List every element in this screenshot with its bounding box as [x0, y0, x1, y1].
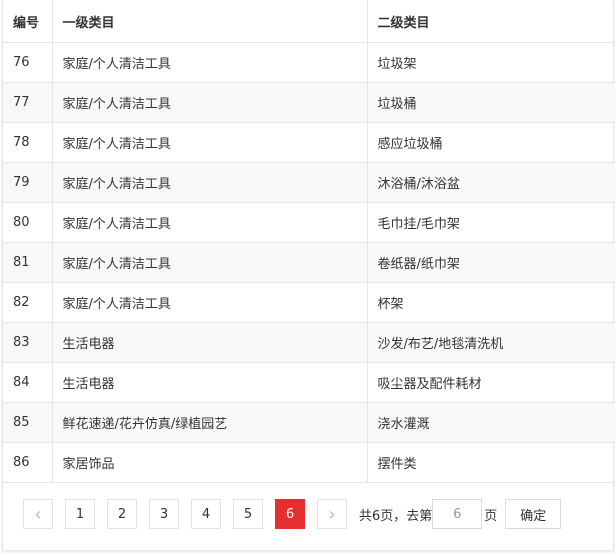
chevron-right-icon: ›	[328, 503, 336, 525]
cell-level2-category: 杯架	[366, 282, 615, 323]
cell-level2-category: 沙发/布艺/地毯清洗机	[366, 322, 615, 363]
cell-id: 80	[3, 202, 52, 243]
cell-level2-category: 卷纸器/纸巾架	[366, 242, 615, 283]
cell-level2-category: 感应垃圾桶	[366, 122, 615, 163]
cell-level2-category: 摆件类	[366, 442, 615, 483]
category-table: 编号 一级类目 二级类目 76 家庭/个人清洁工具 垃圾架 77 家庭/个人清洁工具 垃圾…	[3, 0, 615, 483]
cell-level1-category: 家庭/个人清洁工具	[51, 242, 367, 283]
header-level1-category: 一级类目	[51, 0, 367, 43]
cell-level1-category: 家庭/个人清洁工具	[51, 122, 367, 163]
category-table-panel: 编号 一级类目 二级类目 76 家庭/个人清洁工具 垃圾架 77 家庭/个人清洁工具 垃圾…	[2, 0, 615, 550]
cell-level1-category: 生活电器	[51, 322, 367, 363]
page-button-4[interactable]: 4	[191, 499, 221, 529]
table-row: 82 家庭/个人清洁工具 杯架	[3, 282, 615, 323]
page-button-3[interactable]: 3	[149, 499, 179, 529]
cell-id: 85	[3, 402, 52, 443]
pagination: ‹ 1 2 3 4 5 6 › 共6页，去第 页 确定	[23, 496, 562, 532]
table-row: 77 家庭/个人清洁工具 垃圾桶	[3, 82, 615, 123]
cell-level2-category: 垃圾桶	[366, 82, 615, 123]
cell-level1-category: 家庭/个人清洁工具	[51, 282, 367, 323]
cell-level2-category: 吸尘器及配件耗材	[366, 362, 615, 403]
cell-level1-category: 家庭/个人清洁工具	[51, 162, 367, 203]
cell-level2-category: 沐浴桶/沐浴盆	[366, 162, 615, 203]
table-row: 83 生活电器 沙发/布艺/地毯清洗机	[3, 322, 615, 363]
header-id: 编号	[3, 0, 52, 43]
cell-level1-category: 家庭/个人清洁工具	[51, 202, 367, 243]
total-pages-text: 共6页，去第	[359, 508, 433, 524]
table-row: 84 生活电器 吸尘器及配件耗材	[3, 362, 615, 403]
table-row: 79 家庭/个人清洁工具 沐浴桶/沐浴盆	[3, 162, 615, 203]
chevron-left-icon: ‹	[34, 503, 42, 525]
cell-level2-category: 浇水灌溉	[366, 402, 615, 443]
page-number-input[interactable]	[432, 499, 483, 529]
table-row: 86 家居饰品 摆件类	[3, 442, 615, 483]
confirm-button[interactable]: 确定	[505, 499, 562, 529]
cell-level1-category: 家居饰品	[51, 442, 367, 483]
cell-level1-category: 家庭/个人清洁工具	[51, 42, 367, 83]
cell-id: 79	[3, 162, 52, 203]
prev-page-button[interactable]: ‹	[23, 499, 53, 529]
cell-id: 81	[3, 242, 52, 283]
header-level2-category: 二级类目	[366, 0, 615, 43]
cell-level2-category: 毛巾挂/毛巾架	[366, 202, 615, 243]
cell-id: 86	[3, 442, 52, 483]
cell-level1-category: 家庭/个人清洁工具	[51, 82, 367, 123]
page-button-5[interactable]: 5	[233, 499, 263, 529]
cell-id: 82	[3, 282, 52, 323]
cell-id: 84	[3, 362, 52, 403]
table-row: 81 家庭/个人清洁工具 卷纸器/纸巾架	[3, 242, 615, 283]
table-row: 85 鲜花速递/花卉仿真/绿植园艺 浇水灌溉	[3, 402, 615, 443]
cell-id: 77	[3, 82, 52, 123]
table-row: 78 家庭/个人清洁工具 感应垃圾桶	[3, 122, 615, 163]
table-row: 80 家庭/个人清洁工具 毛巾挂/毛巾架	[3, 202, 615, 243]
table-row: 76 家庭/个人清洁工具 垃圾架	[3, 42, 615, 83]
page-suffix-text: 页	[484, 508, 498, 524]
cell-id: 78	[3, 122, 52, 163]
cell-level2-category: 垃圾架	[366, 42, 615, 83]
table-header-row: 编号 一级类目 二级类目	[3, 0, 615, 43]
cell-level1-category: 生活电器	[51, 362, 367, 403]
cell-level1-category: 鲜花速递/花卉仿真/绿植园艺	[51, 402, 367, 443]
cell-id: 76	[3, 42, 52, 83]
cell-id: 83	[3, 322, 52, 363]
page-button-1[interactable]: 1	[65, 499, 95, 529]
page-button-2[interactable]: 2	[107, 499, 137, 529]
next-page-button[interactable]: ›	[317, 499, 347, 529]
page-button-6-current[interactable]: 6	[275, 499, 305, 529]
